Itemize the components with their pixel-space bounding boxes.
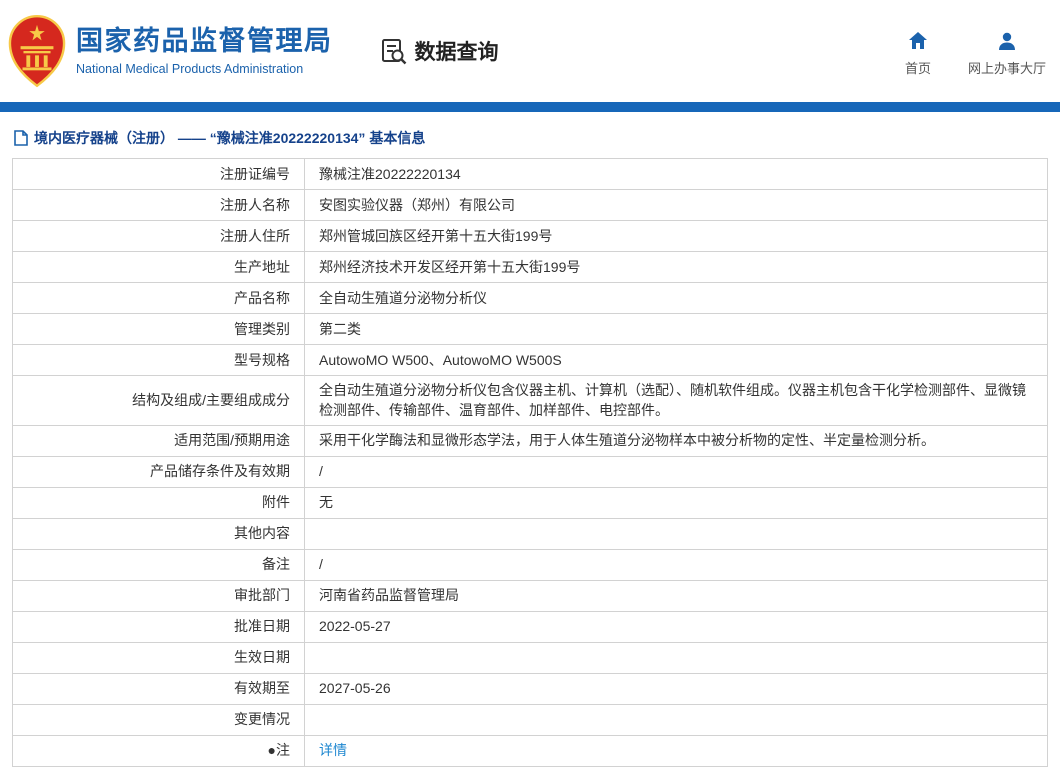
table-row: 管理类别 第二类 — [12, 313, 1048, 345]
detail-link[interactable]: 详情 — [319, 742, 347, 758]
row-label: 批准日期 — [12, 610, 305, 643]
table-row: 备注 / — [12, 548, 1048, 581]
row-label: 注册证编号 — [12, 158, 305, 190]
row-value: 豫械注准20222220134 — [304, 158, 1048, 190]
table-row: 其他内容 — [12, 517, 1048, 550]
row-value: 2022-05-27 — [304, 610, 1048, 643]
table-row: 生产地址 郑州经济技术开发区经开第十五大街199号 — [12, 251, 1048, 283]
site-header: 国家药品监督管理局 National Medical Products Admi… — [0, 0, 1060, 102]
row-label: 适用范围/预期用途 — [12, 424, 305, 457]
table-row: 注册证编号 豫械注准20222220134 — [12, 158, 1048, 190]
row-value: 郑州管城回族区经开第十五大街199号 — [304, 220, 1048, 252]
row-value: 河南省药品监督管理局 — [304, 579, 1048, 612]
row-label: 型号规格 — [12, 344, 305, 376]
row-label: 管理类别 — [12, 313, 305, 345]
header-nav: 首页 网上办事大厅 — [898, 25, 1046, 77]
row-label: 产品储存条件及有效期 — [12, 455, 305, 488]
site-title-en: National Medical Products Administration — [76, 62, 304, 77]
table-row: 产品名称 全自动生殖道分泌物分析仪 — [12, 282, 1048, 314]
main-content: 境内医疗器械（注册） —— “豫械注准20222220134” 基本信息 注册证… — [0, 112, 1060, 767]
row-value: / — [304, 455, 1048, 488]
row-value: AutowoMO W500、AutowoMO W500S — [304, 344, 1048, 376]
row-label: 有效期至 — [12, 672, 305, 705]
row-value: / — [304, 548, 1048, 581]
national-emblem-logo — [8, 14, 66, 88]
row-value: 郑州经济技术开发区经开第十五大街199号 — [304, 251, 1048, 283]
user-icon — [998, 32, 1015, 50]
row-label: 生产地址 — [12, 251, 305, 283]
table-row: 注册人住所 郑州管城回族区经开第十五大街199号 — [12, 220, 1048, 252]
data-query-label: 数据查询 — [414, 41, 499, 64]
row-label: 备注 — [12, 548, 305, 581]
row-label: 变更情况 — [12, 703, 305, 736]
table-row: 注册人名称 安图实验仪器（郑州）有限公司 — [12, 189, 1048, 221]
row-value: 详情 — [304, 734, 1048, 767]
row-value: 全自动生殖道分泌物分析仪 — [304, 282, 1048, 314]
info-table-body: 注册证编号 豫械注准20222220134 注册人名称 安图实验仪器（郑州）有限公司注… — [12, 158, 1048, 767]
row-label: 注册人名称 — [12, 189, 305, 221]
row-value: 安图实验仪器（郑州）有限公司 — [304, 189, 1048, 221]
nav-item-home[interactable]: 首页 — [898, 31, 938, 77]
table-row: 结构及组成/主要组成成分 全自动生殖道分泌物分析仪包含仪器主机、计算机（选配）、随… — [12, 375, 1048, 426]
row-value — [304, 703, 1048, 736]
table-row: 适用范围/预期用途 采用干化学酶法和显微形态学法，用于人体生殖道分泌物样本中被分析… — [12, 424, 1048, 457]
table-row: 批准日期 2022-05-27 — [12, 610, 1048, 643]
row-value: 采用干化学酶法和显微形态学法，用于人体生殖道分泌物样本中被分析物的定性、半定量检… — [304, 424, 1048, 457]
header-divider-bar — [0, 102, 1060, 112]
row-value: 2027-05-26 — [304, 672, 1048, 705]
table-row: 型号规格 AutowoMO W500、AutowoMO W500S — [12, 344, 1048, 376]
table-row: 生效日期 — [12, 641, 1048, 674]
table-row: ●注 详情 — [12, 734, 1048, 767]
breadcrumb: 境内医疗器械（注册） —— “豫械注准20222220134” 基本信息 — [12, 120, 1048, 158]
site-title-cn: 国家药品监督管理局 — [76, 25, 333, 56]
registration-info-table: 注册证编号 豫械注准20222220134 注册人名称 安图实验仪器（郑州）有限公司注… — [12, 158, 1048, 767]
table-row: 有效期至 2027-05-26 — [12, 672, 1048, 705]
table-row: 产品储存条件及有效期 / — [12, 455, 1048, 488]
table-row: 审批部门 河南省药品监督管理局 — [12, 579, 1048, 612]
row-value: 第二类 — [304, 313, 1048, 345]
row-label: 审批部门 — [12, 579, 305, 612]
nav-item-service-hall[interactable]: 网上办事大厅 — [968, 31, 1046, 77]
row-label: 产品名称 — [12, 282, 305, 314]
row-label: ●注 — [12, 734, 305, 767]
site-title-block: 国家药品监督管理局 National Medical Products Admi… — [76, 26, 333, 76]
document-icon — [14, 130, 28, 146]
data-query-tab[interactable]: 数据查询 — [381, 36, 499, 66]
row-label: 其他内容 — [12, 517, 305, 550]
nav-service-hall-label: 网上办事大厅 — [967, 61, 1046, 76]
table-row: 变更情况 — [12, 703, 1048, 736]
row-value: 全自动生殖道分泌物分析仪包含仪器主机、计算机（选配）、随机软件组成。仪器主机包含… — [304, 375, 1048, 426]
row-value — [304, 517, 1048, 550]
nav-home-label: 首页 — [904, 61, 931, 76]
row-value: 无 — [304, 486, 1048, 519]
row-value — [304, 641, 1048, 674]
breadcrumb-text: 境内医疗器械（注册） —— “豫械注准20222220134” 基本信息 — [34, 130, 426, 146]
home-icon — [908, 32, 927, 49]
row-label: 附件 — [12, 486, 305, 519]
row-label: 生效日期 — [12, 641, 305, 674]
row-label: 注册人住所 — [12, 220, 305, 252]
data-query-icon — [381, 38, 406, 64]
table-row: 附件无 — [12, 486, 1048, 519]
row-label: 结构及组成/主要组成成分 — [12, 375, 305, 426]
